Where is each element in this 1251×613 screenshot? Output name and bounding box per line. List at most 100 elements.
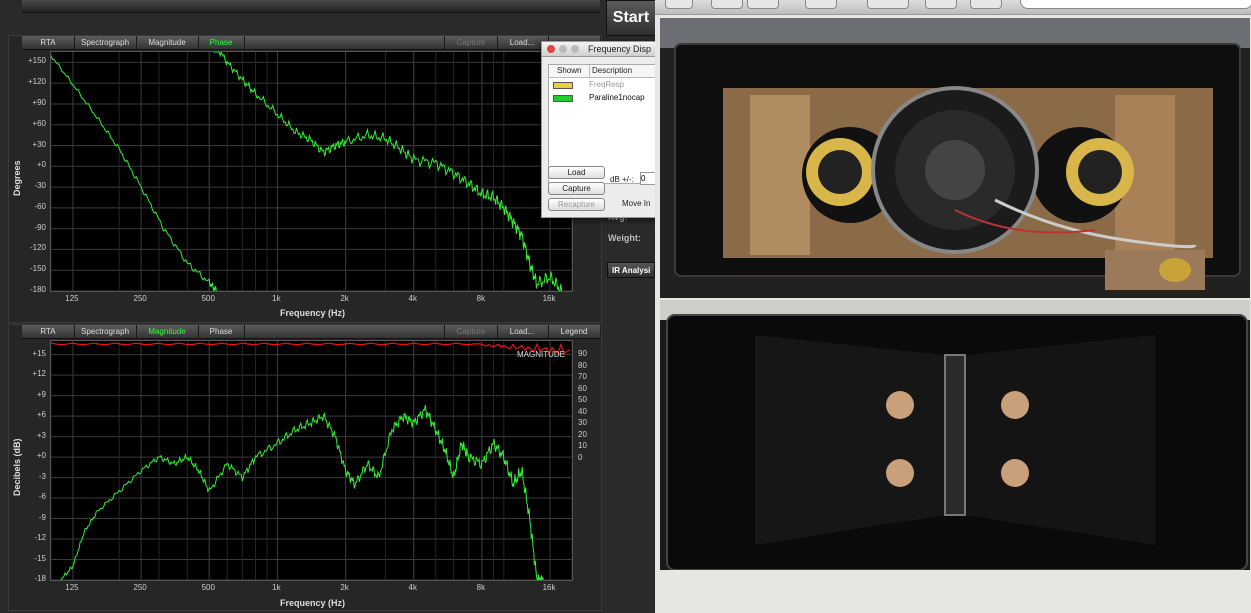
legend-tab[interactable]: Legend bbox=[548, 325, 601, 338]
x-tick-label: 2k bbox=[340, 294, 349, 303]
coherence-tick-label: 70 bbox=[578, 372, 587, 381]
load-button[interactable]: Load bbox=[548, 166, 605, 179]
coherence-tick-label: 10 bbox=[578, 441, 587, 450]
x-tick-label: 4k bbox=[408, 294, 417, 303]
x-tick-label: 16k bbox=[542, 583, 556, 592]
tab-magnitude[interactable]: Magnitude bbox=[136, 325, 199, 338]
trace-swatch[interactable] bbox=[553, 95, 573, 102]
coherence-tick-label: 80 bbox=[578, 360, 587, 370]
x-tick-label: 500 bbox=[201, 583, 215, 592]
x-tick-label: 4k bbox=[408, 583, 417, 592]
y-tick-label: -18 bbox=[34, 574, 46, 583]
start-button[interactable]: Start bbox=[606, 0, 656, 36]
y-tick-label: -120 bbox=[29, 243, 46, 253]
y-tick-label: +6 bbox=[36, 410, 46, 420]
magnitude-plot-area[interactable] bbox=[50, 340, 573, 581]
y-tick-label: +0 bbox=[36, 160, 46, 170]
tab-magnitude[interactable]: Magnitude bbox=[136, 36, 199, 49]
phase-chart bbox=[50, 51, 573, 292]
y-tick-label: +120 bbox=[27, 77, 46, 87]
y-tick-label: +3 bbox=[36, 430, 46, 440]
x-tick-label: 125 bbox=[65, 583, 79, 592]
x-tick-label: 125 bbox=[65, 294, 79, 303]
y-tick-label: +0 bbox=[36, 451, 46, 461]
y-tick-label: -12 bbox=[34, 533, 46, 543]
capture-tab[interactable]: Capture bbox=[444, 36, 498, 49]
tab-rta[interactable]: RTA bbox=[22, 325, 75, 338]
x-axis-title: Frequency (Hz) bbox=[280, 598, 346, 608]
capture-button[interactable]: Capture bbox=[548, 182, 605, 195]
magnitude-tab-bar: RTA Spectrograph Magnitude Phase Capture… bbox=[22, 325, 601, 339]
y-tick-label: +60 bbox=[32, 118, 46, 128]
dialog-title: Frequency Disp bbox=[588, 44, 652, 54]
x-tick-label: 16k bbox=[542, 294, 556, 303]
coherence-tick-label: 60 bbox=[578, 383, 587, 393]
y-tick-label: +9 bbox=[36, 389, 46, 399]
y-tick-label: -180 bbox=[29, 285, 46, 294]
x-tick-label: 250 bbox=[133, 583, 147, 592]
coherence-tick-label: 40 bbox=[578, 406, 587, 416]
coherence-tick-label: 0 bbox=[578, 452, 583, 462]
dialog-titlebar: Frequency Disp bbox=[542, 42, 656, 57]
coherence-tick-label: 90 bbox=[578, 349, 587, 358]
tab-spectrograph[interactable]: Spectrograph bbox=[74, 325, 137, 338]
magnitude-chart bbox=[50, 341, 573, 581]
trace-swatch[interactable] bbox=[553, 82, 573, 89]
y-tick-label: -150 bbox=[29, 264, 46, 274]
tab-phase[interactable]: Phase bbox=[198, 325, 245, 338]
tab-phase[interactable]: Phase bbox=[198, 36, 245, 49]
tab-rta[interactable]: RTA bbox=[22, 36, 75, 49]
y-tick-label: -3 bbox=[38, 471, 46, 481]
phase-tab-bar: RTA Spectrograph Magnitude Phase Capture… bbox=[22, 36, 600, 50]
trace-series-1 bbox=[60, 404, 544, 581]
x-tick-label: 250 bbox=[133, 294, 147, 303]
y-axis-title: Decibels (dB) bbox=[12, 438, 22, 496]
trace-series-1 bbox=[50, 55, 217, 292]
x-tick-label: 500 bbox=[201, 294, 215, 303]
list-header: Shown Description bbox=[549, 65, 657, 78]
coherence-tick-label: 50 bbox=[578, 395, 587, 404]
close-icon[interactable] bbox=[547, 45, 555, 53]
frequency-display-dialog: Frequency Disp Shown Description FreqRes… bbox=[541, 41, 658, 218]
speaker-photos bbox=[655, 0, 1251, 613]
capture-tab[interactable]: Capture bbox=[444, 325, 498, 338]
tab-spectrograph[interactable]: Spectrograph bbox=[74, 36, 137, 49]
col-shown: Shown bbox=[557, 66, 582, 75]
move-in-label: Move In bbox=[622, 199, 651, 208]
coherence-label: MAGNITUDE bbox=[517, 350, 565, 359]
trace-name: FreqResp bbox=[589, 80, 625, 89]
weight-label: Weight: bbox=[608, 233, 641, 243]
coherence-tick-label: 30 bbox=[578, 418, 587, 427]
list-item[interactable]: FreqResp bbox=[549, 78, 657, 91]
trace-series-2 bbox=[213, 51, 563, 292]
y-tick-label: -9 bbox=[38, 512, 46, 522]
speaker-photo-collage bbox=[655, 18, 1251, 613]
ir-analysis-button[interactable]: IR Analysi bbox=[607, 262, 655, 278]
y-tick-label: +30 bbox=[32, 139, 46, 149]
y-tick-label: -60 bbox=[34, 201, 46, 211]
y-tick-label: +150 bbox=[27, 56, 46, 66]
y-tick-label: +90 bbox=[32, 97, 46, 107]
phase-plot-area[interactable] bbox=[50, 51, 573, 292]
y-tick-label: -30 bbox=[34, 181, 46, 191]
load-tab[interactable]: Load... bbox=[496, 325, 549, 338]
x-tick-label: 1k bbox=[272, 583, 281, 592]
coherence-tick-label: 20 bbox=[578, 429, 587, 439]
zoom-icon[interactable] bbox=[571, 45, 579, 53]
analyzer-window: Start RTA Spectrograph Magnitude Phase C… bbox=[0, 0, 658, 613]
list-item[interactable]: Paraline1nocap bbox=[549, 91, 657, 104]
y-tick-label: +12 bbox=[32, 369, 46, 379]
minimize-icon[interactable] bbox=[559, 45, 567, 53]
y-tick-label: -6 bbox=[38, 492, 46, 502]
col-description: Description bbox=[589, 65, 632, 77]
y-tick-label: -15 bbox=[34, 553, 46, 563]
y-tick-label: -90 bbox=[34, 222, 46, 232]
db-input[interactable]: 0 bbox=[640, 172, 656, 185]
x-axis-title: Frequency (Hz) bbox=[280, 308, 346, 318]
x-tick-label: 2k bbox=[340, 583, 349, 592]
recapture-button[interactable]: Recapture bbox=[548, 198, 605, 211]
x-tick-label: 8k bbox=[476, 294, 486, 303]
coherence-trace bbox=[50, 342, 571, 355]
y-tick-label: +15 bbox=[32, 348, 46, 358]
x-tick-label: 1k bbox=[272, 294, 281, 303]
